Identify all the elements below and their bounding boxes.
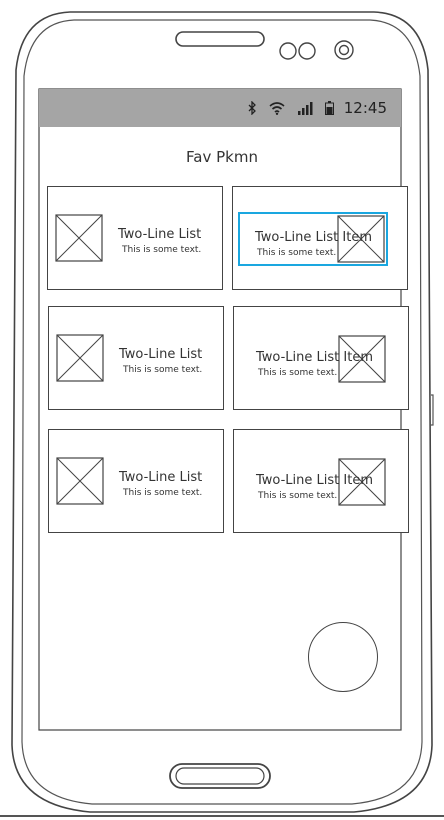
divider [0, 815, 444, 817]
status-time: 12:45 [343, 99, 387, 117]
signal-icon [297, 101, 313, 115]
list-item-title: Two-Line List [119, 347, 203, 362]
battery-icon [324, 101, 334, 115]
list-item-title: Two-Line List [118, 227, 202, 242]
image-placeholder-icon [56, 334, 104, 382]
status-bar: 12:45 [39, 89, 401, 127]
list-item-subtitle: This is some text. [258, 368, 338, 378]
list-item-subtitle: This is some text. [258, 491, 338, 501]
home-button[interactable] [166, 761, 276, 793]
list-item-title: Two-Line List Item [256, 473, 373, 488]
list-item[interactable]: Two-Line List This is some text. [48, 429, 224, 533]
list-item-subtitle: This is some text. [257, 248, 337, 258]
list-item-subtitle: This is some text. [122, 245, 202, 255]
wifi-icon [269, 101, 285, 115]
list-item-subtitle: This is some text. [123, 365, 203, 375]
list-item-title: Two-Line List [119, 470, 203, 485]
image-placeholder-icon [55, 214, 103, 262]
earpiece-slot [175, 31, 265, 47]
list-item[interactable]: Two-Line List Item This is some text. [233, 306, 409, 410]
list-item-subtitle: This is some text. [123, 488, 203, 498]
list-item-title: Two-Line List Item [255, 230, 372, 245]
list-item[interactable]: Two-Line List This is some text. [47, 186, 223, 290]
sensor-icon [334, 40, 354, 60]
list-item[interactable]: Two-Line List Item This is some text. [233, 429, 409, 533]
bluetooth-icon [247, 101, 257, 115]
front-camera-icon [279, 42, 316, 60]
list-item[interactable]: Two-Line List This is some text. [48, 306, 224, 410]
image-placeholder-icon [56, 457, 104, 505]
list-item-selected[interactable]: Two-Line List Item This is some text. [232, 186, 408, 290]
floating-action-button[interactable] [308, 622, 378, 692]
page-title: Fav Pkmn [186, 148, 258, 166]
list-item-title: Two-Line List Item [256, 350, 373, 365]
